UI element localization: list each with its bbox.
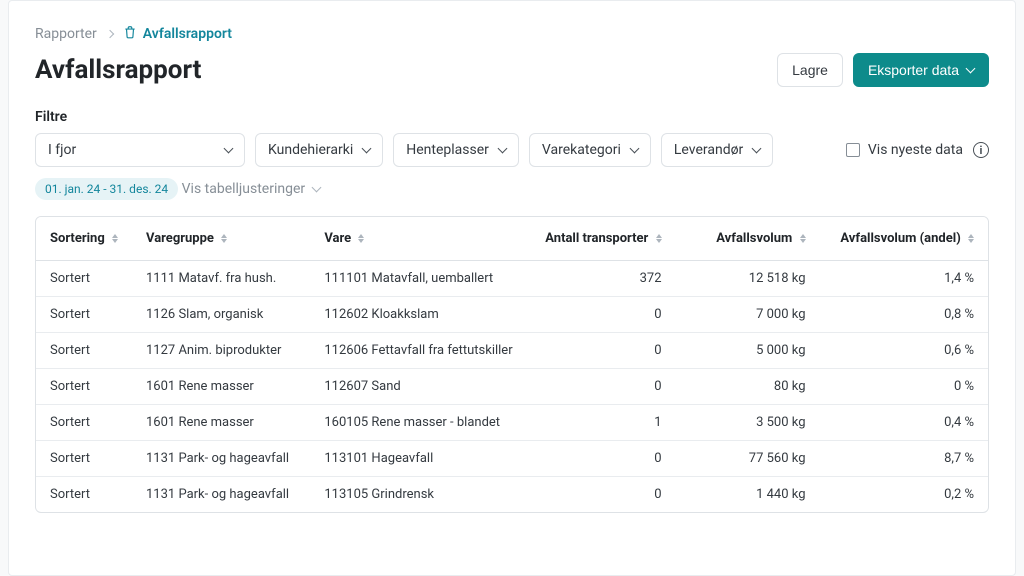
table-row[interactable]: Sortert1126 Slam, organisk112602 Kloakks… xyxy=(36,297,988,333)
cell-transporter: 0 xyxy=(527,369,676,405)
cell-andel: 8,7 % xyxy=(820,441,988,477)
cell-andel: 0,6 % xyxy=(820,333,988,369)
export-data-button[interactable]: Eksporter data xyxy=(853,53,989,87)
col-header-avfallsvolum[interactable]: Avfallsvolum xyxy=(676,217,820,261)
chevron-down-icon xyxy=(752,143,762,153)
pickup-locations-filter[interactable]: Henteplasser xyxy=(393,133,519,167)
table-row[interactable]: Sortert1601 Rene masser160105 Rene masse… xyxy=(36,405,988,441)
col-header-transporter[interactable]: Antall transporter xyxy=(527,217,676,261)
chevron-down-icon xyxy=(362,143,372,153)
cell-volum: 77 560 kg xyxy=(676,441,820,477)
cell-sortering: Sortert xyxy=(36,333,132,369)
cell-volum: 1 440 kg xyxy=(676,477,820,513)
table-adjustments-toggle[interactable]: Vis tabelljusteringer xyxy=(182,181,321,197)
product-category-filter[interactable]: Varekategori xyxy=(529,133,651,167)
trash-icon xyxy=(123,25,137,43)
cell-sortering: Sortert xyxy=(36,405,132,441)
period-filter[interactable]: I fjor xyxy=(35,133,245,167)
table-row[interactable]: Sortert1127 Anim. biprodukter112606 Fett… xyxy=(36,333,988,369)
info-icon[interactable]: i xyxy=(973,142,989,158)
chevron-down-icon xyxy=(966,63,976,73)
filters-heading: Filtre xyxy=(35,109,989,125)
cell-vare: 112602 Kloakkslam xyxy=(310,297,526,333)
cell-sortering: Sortert xyxy=(36,297,132,333)
col-header-vare[interactable]: Vare xyxy=(310,217,526,261)
table-row[interactable]: Sortert1131 Park- og hageavfall113101 Ha… xyxy=(36,441,988,477)
cell-vare: 112607 Sand xyxy=(310,369,526,405)
col-header-varegruppe[interactable]: Varegruppe xyxy=(132,217,310,261)
cell-andel: 0,4 % xyxy=(820,405,988,441)
cell-transporter: 0 xyxy=(527,477,676,513)
sort-icon xyxy=(800,234,806,243)
cell-varegruppe: 1131 Park- og hageavfall xyxy=(132,441,310,477)
cell-andel: 0,2 % xyxy=(820,477,988,513)
supplier-filter[interactable]: Leverandør xyxy=(661,133,773,167)
cell-vare: 160105 Rene masser - blandet xyxy=(310,405,526,441)
sort-icon xyxy=(358,234,364,243)
cell-transporter: 1 xyxy=(527,405,676,441)
cell-vare: 112606 Fettavfall fra fettutskiller xyxy=(310,333,526,369)
sort-icon xyxy=(968,234,974,243)
breadcrumb-root[interactable]: Rapporter xyxy=(35,26,97,42)
cell-volum: 7 000 kg xyxy=(676,297,820,333)
breadcrumb-current[interactable]: Avfallsrapport xyxy=(123,25,232,43)
cell-vare: 111101 Matavfall, uemballert xyxy=(310,261,526,297)
chevron-right-icon xyxy=(106,30,114,38)
sort-icon xyxy=(112,234,118,243)
chevron-down-icon xyxy=(629,143,639,153)
cell-volum: 12 518 kg xyxy=(676,261,820,297)
report-table: Sortering Varegruppe Vare Antall transpo… xyxy=(35,216,989,513)
sort-icon xyxy=(221,234,227,243)
cell-varegruppe: 1131 Park- og hageavfall xyxy=(132,477,310,513)
cell-transporter: 0 xyxy=(527,297,676,333)
cell-volum: 3 500 kg xyxy=(676,405,820,441)
checkbox-icon xyxy=(846,143,860,157)
cell-sortering: Sortert xyxy=(36,369,132,405)
cell-varegruppe: 1111 Matavf. fra hush. xyxy=(132,261,310,297)
cell-andel: 1,4 % xyxy=(820,261,988,297)
cell-varegruppe: 1127 Anim. biprodukter xyxy=(132,333,310,369)
cell-varegruppe: 1601 Rene masser xyxy=(132,369,310,405)
cell-andel: 0,8 % xyxy=(820,297,988,333)
cell-transporter: 0 xyxy=(527,441,676,477)
save-button[interactable]: Lagre xyxy=(777,53,843,87)
cell-transporter: 0 xyxy=(527,333,676,369)
cell-varegruppe: 1601 Rene masser xyxy=(132,405,310,441)
breadcrumb: Rapporter Avfallsrapport xyxy=(35,25,989,43)
table-row[interactable]: Sortert1601 Rene masser112607 Sand080 kg… xyxy=(36,369,988,405)
sort-icon xyxy=(656,234,662,243)
chevron-down-icon xyxy=(224,143,234,153)
cell-volum: 5 000 kg xyxy=(676,333,820,369)
table-row[interactable]: Sortert1131 Park- og hageavfall113105 Gr… xyxy=(36,477,988,513)
cell-sortering: Sortert xyxy=(36,477,132,513)
cell-sortering: Sortert xyxy=(36,441,132,477)
chevron-down-icon xyxy=(312,182,322,192)
table-row[interactable]: Sortert1111 Matavf. fra hush.111101 Mata… xyxy=(36,261,988,297)
cell-volum: 80 kg xyxy=(676,369,820,405)
cell-vare: 113105 Grindrensk xyxy=(310,477,526,513)
cell-transporter: 372 xyxy=(527,261,676,297)
col-header-avfallsvolum-andel[interactable]: Avfallsvolum (andel) xyxy=(820,217,988,261)
date-range-badge: 01. jan. 24 - 31. des. 24 xyxy=(35,178,178,200)
cell-varegruppe: 1126 Slam, organisk xyxy=(132,297,310,333)
chevron-down-icon xyxy=(497,143,507,153)
cell-vare: 113101 Hageavfall xyxy=(310,441,526,477)
cell-andel: 0 % xyxy=(820,369,988,405)
col-header-sortering[interactable]: Sortering xyxy=(36,217,132,261)
page-title: Avfallsrapport xyxy=(35,55,201,85)
cell-sortering: Sortert xyxy=(36,261,132,297)
customer-hierarchy-filter[interactable]: Kundehierarki xyxy=(255,133,383,167)
show-latest-data-checkbox[interactable]: Vis nyeste data xyxy=(846,142,963,158)
